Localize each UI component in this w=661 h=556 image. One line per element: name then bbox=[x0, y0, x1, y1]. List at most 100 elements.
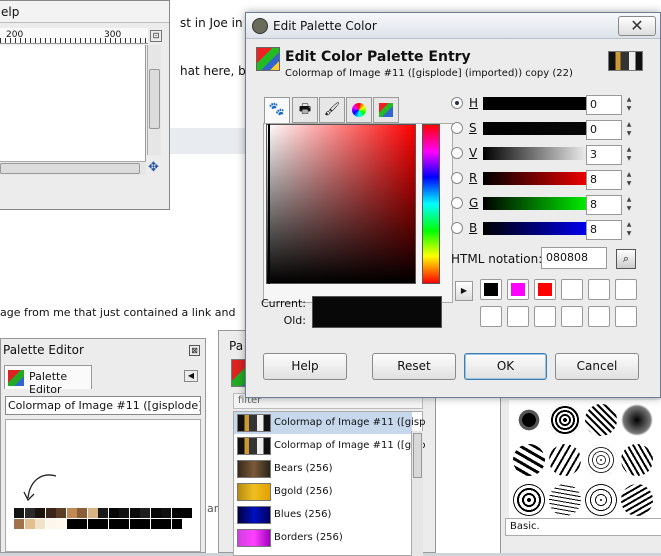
zoom-toggle-icon[interactable]: ⊡ bbox=[150, 30, 162, 42]
palette-swatch[interactable] bbox=[56, 519, 66, 529]
palette-list[interactable]: Colormap of Image #11 ([gisp Colormap of … bbox=[233, 411, 425, 556]
history-color[interactable] bbox=[480, 279, 502, 300]
palette-swatch[interactable] bbox=[45, 508, 56, 518]
channel-slider-b[interactable] bbox=[483, 222, 595, 235]
palette-swatch-area[interactable] bbox=[5, 419, 201, 552]
spin-buttons[interactable]: ▲ ▼ bbox=[623, 195, 635, 215]
menu-help[interactable]: elp bbox=[0, 1, 169, 23]
channel-radio-v[interactable] bbox=[451, 147, 463, 159]
title-bar[interactable]: Edit Palette Color ✕ bbox=[246, 13, 660, 39]
palette-swatch[interactable] bbox=[24, 519, 35, 529]
palette-swatch[interactable] bbox=[87, 519, 98, 529]
vertical-scrollbar[interactable] bbox=[147, 45, 161, 155]
reset-button[interactable]: Reset bbox=[372, 353, 456, 380]
palette-swatch[interactable] bbox=[108, 508, 119, 518]
channel-slider-g[interactable] bbox=[483, 197, 595, 210]
palette-swatch[interactable] bbox=[87, 508, 98, 518]
palette-swatch[interactable] bbox=[161, 519, 171, 529]
palette-list-item[interactable]: Bgold (256) bbox=[234, 481, 412, 503]
palette-name-field[interactable]: Colormap of Image #11 ([gisplode] (impor bbox=[5, 396, 201, 415]
history-color[interactable] bbox=[561, 279, 583, 300]
spin-buttons[interactable]: ▲ ▼ bbox=[623, 95, 635, 115]
color-picker-button[interactable]: ⌕ bbox=[616, 249, 636, 269]
history-color[interactable] bbox=[480, 306, 502, 327]
palette-list-scrollbar[interactable] bbox=[411, 431, 423, 556]
brush-item[interactable] bbox=[621, 484, 653, 516]
scroll-thumb[interactable] bbox=[149, 69, 160, 129]
spin-buttons[interactable]: ▲ ▼ bbox=[623, 170, 635, 190]
palette-list-item[interactable]: Colormap of Image #11 ([gisp bbox=[234, 435, 425, 457]
gimp-selector-tab[interactable]: 🐾 bbox=[264, 97, 290, 124]
palette-swatch[interactable] bbox=[98, 508, 108, 518]
channel-radio-h[interactable] bbox=[451, 97, 463, 109]
history-color[interactable] bbox=[561, 306, 583, 327]
history-color[interactable] bbox=[507, 279, 529, 300]
tab-palette-editor[interactable]: Palette Editor bbox=[4, 365, 92, 396]
palette-selector-tab[interactable] bbox=[373, 97, 399, 123]
close-button[interactable]: ✕ bbox=[618, 16, 656, 36]
palette-swatch[interactable] bbox=[129, 508, 140, 518]
palette-swatch[interactable] bbox=[129, 519, 140, 529]
palette-list-item[interactable]: Borders (256) bbox=[234, 527, 412, 549]
spin-buttons[interactable]: ▲ ▼ bbox=[623, 120, 635, 140]
history-color[interactable] bbox=[588, 306, 610, 327]
palette-swatch[interactable] bbox=[35, 519, 45, 529]
history-color[interactable] bbox=[507, 306, 529, 327]
palette-swatch[interactable] bbox=[150, 519, 161, 529]
wheel-selector-tab[interactable] bbox=[346, 97, 372, 123]
palette-swatch[interactable] bbox=[119, 519, 129, 529]
brush-item[interactable] bbox=[585, 444, 617, 476]
html-notation-input[interactable]: 080808 bbox=[541, 247, 607, 269]
channel-slider-v[interactable] bbox=[483, 147, 595, 160]
palette-list-item[interactable]: Blues (256) bbox=[234, 504, 412, 526]
close-icon[interactable]: ⊠ bbox=[189, 345, 200, 356]
brush-item[interactable] bbox=[621, 444, 653, 476]
history-color[interactable] bbox=[588, 279, 610, 300]
tab-menu-arrow-icon[interactable]: ◀ bbox=[184, 370, 198, 382]
help-button[interactable]: Help bbox=[263, 353, 347, 380]
palette-swatch[interactable] bbox=[66, 508, 77, 518]
channel-value-b[interactable]: 8 bbox=[586, 220, 622, 240]
channel-radio-g[interactable] bbox=[451, 197, 463, 209]
cancel-button[interactable]: Cancel bbox=[555, 353, 639, 380]
brush-item[interactable] bbox=[513, 484, 545, 516]
spin-buttons[interactable]: ▲ ▼ bbox=[623, 145, 635, 165]
horizontal-scrollbar[interactable] bbox=[0, 161, 146, 175]
scroll-thumb[interactable] bbox=[413, 433, 422, 478]
watercolor-selector-tab[interactable]: 🖌 bbox=[319, 97, 345, 123]
hue-strip[interactable] bbox=[422, 124, 440, 284]
palette-list-item[interactable]: Bears (256) bbox=[234, 458, 412, 480]
palette-swatch[interactable] bbox=[140, 519, 150, 529]
cmyk-selector-tab[interactable]: 🖶 bbox=[292, 97, 318, 123]
brush-item[interactable] bbox=[513, 404, 545, 436]
palette-swatch[interactable] bbox=[45, 519, 56, 529]
channel-slider-r[interactable] bbox=[483, 172, 595, 185]
palette-list-item[interactable]: Colormap of Image #11 ([gisp bbox=[234, 412, 425, 434]
palette-swatch[interactable] bbox=[182, 508, 192, 518]
palette-swatch[interactable] bbox=[13, 507, 25, 519]
palette-swatch[interactable] bbox=[77, 508, 87, 518]
history-color[interactable] bbox=[615, 306, 637, 327]
channel-value-s[interactable]: 0 bbox=[586, 120, 622, 140]
channel-value-r[interactable]: 8 bbox=[586, 170, 622, 190]
brush-item[interactable] bbox=[549, 484, 581, 516]
palette-swatch[interactable] bbox=[66, 519, 77, 529]
swatch-grid[interactable] bbox=[13, 507, 194, 530]
palette-swatch[interactable] bbox=[161, 508, 171, 518]
palette-swatch[interactable] bbox=[108, 519, 119, 529]
saturation-value-square[interactable] bbox=[266, 124, 416, 284]
palette-swatch[interactable] bbox=[98, 519, 108, 529]
palette-swatch[interactable] bbox=[119, 508, 129, 518]
brush-item[interactable] bbox=[585, 484, 617, 516]
channel-value-v[interactable]: 3 bbox=[586, 145, 622, 165]
channel-radio-b[interactable] bbox=[451, 222, 463, 234]
palette-swatch[interactable] bbox=[24, 508, 35, 518]
palette-swatch[interactable] bbox=[56, 508, 66, 518]
brush-item[interactable] bbox=[549, 404, 581, 436]
channel-radio-r[interactable] bbox=[451, 172, 463, 184]
channel-slider-s[interactable] bbox=[483, 122, 595, 135]
brush-item[interactable] bbox=[513, 444, 545, 476]
scroll-thumb[interactable] bbox=[0, 163, 140, 174]
navigate-icon[interactable]: ✥ bbox=[148, 161, 162, 175]
palette-swatch[interactable] bbox=[35, 508, 45, 518]
